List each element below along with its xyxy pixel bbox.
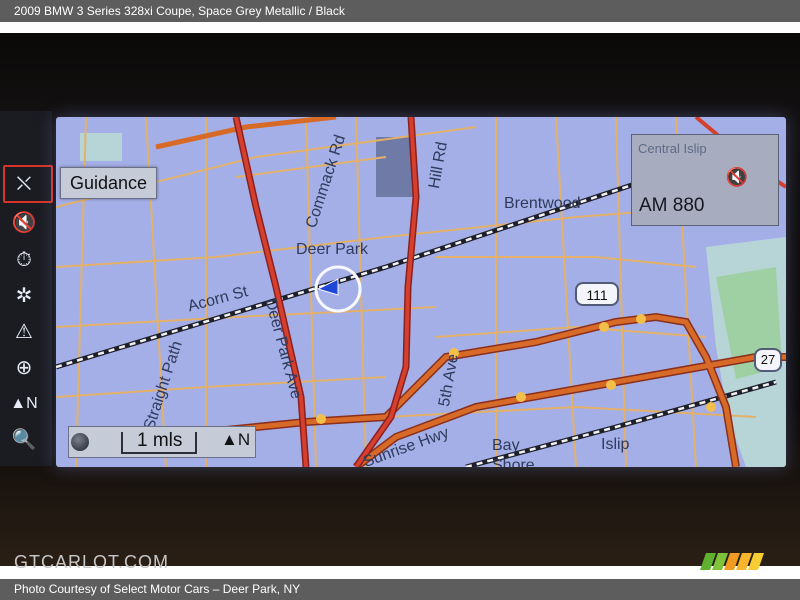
warning-icon[interactable]: ⚠ (4, 316, 44, 348)
stopwatch-icon[interactable]: ⏱ (4, 244, 44, 276)
vehicle-arrow (316, 278, 339, 296)
mute-icon: 🔇 (725, 167, 748, 187)
route-111-shield: 111 (575, 282, 619, 306)
radio-station-label: AM 880 (639, 195, 705, 216)
radio-panel[interactable]: Central Islip 🔇 AM 880 (631, 134, 779, 226)
nav-sidebar: ⛌ 🔇 ⏱ ✲ ⚠ ⊕ ▲N 🔍 (0, 111, 53, 466)
brand-stripes-icon (700, 553, 764, 570)
map-label-deer-park: Deer Park (296, 241, 369, 258)
route-27-shield: 27 (754, 348, 782, 372)
north-indicator[interactable]: ▲N (221, 430, 250, 450)
top-caption: 2009 BMW 3 Series 328xi Coupe, Space Gre… (0, 0, 800, 22)
guidance-off-icon[interactable]: ⛌ (4, 168, 44, 200)
map-label-islip: Islip (601, 436, 630, 453)
bottom-caption: Photo Courtesy of Select Motor Cars – De… (0, 579, 800, 600)
zoom-knob-icon[interactable] (71, 433, 89, 451)
map-label-central-islip: Central Islip (638, 141, 707, 156)
dashboard-photo: ⛌ 🔇 ⏱ ✲ ⚠ ⊕ ▲N 🔍 Deer Park Commack Rd Hi… (0, 33, 800, 566)
watermark-logo: GTCARLOT.COM (14, 552, 170, 572)
map-label-bay-shore: Bay Shore (492, 437, 535, 467)
mute-speaker-icon[interactable]: 🔇 (4, 207, 44, 239)
compass-icon[interactable]: ⊕ (4, 352, 44, 384)
north-label: N (237, 430, 251, 449)
scale-text: 1 mls (137, 430, 183, 451)
zoom-icon[interactable]: 🔍 (4, 424, 44, 456)
urban-area (376, 137, 414, 197)
north-up-icon[interactable]: ▲N (4, 388, 44, 420)
map-label-brentwood: Brentwood (504, 195, 581, 212)
map-scale-control[interactable]: 1 mls ▲N (68, 426, 256, 458)
points-of-interest-icon[interactable]: ✲ (4, 280, 44, 312)
guidance-button[interactable]: Guidance (60, 167, 158, 199)
